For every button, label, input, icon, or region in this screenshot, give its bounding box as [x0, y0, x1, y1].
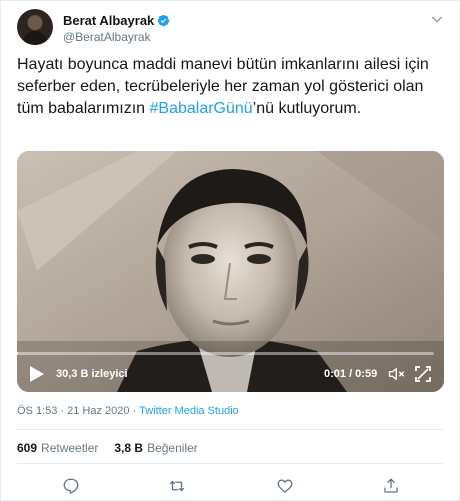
tweet-actions [17, 475, 445, 497]
hashtag-link[interactable]: #BabalarGünü [150, 100, 253, 117]
tweet-source[interactable]: Twitter Media Studio [139, 405, 239, 417]
video-player[interactable] [17, 151, 444, 392]
meta-separator: · [129, 405, 140, 417]
reply-icon[interactable] [61, 477, 81, 495]
tweet-stats: 609 Retweetler 3,8 B Beğeniler [17, 441, 198, 455]
share-icon[interactable] [381, 477, 401, 495]
avatar[interactable] [17, 9, 53, 45]
name-row: Berat Albayrak [63, 12, 170, 28]
retweets-label: Retweetler [41, 441, 99, 455]
tweet-header: Berat Albayrak @BeratAlbayrak [17, 9, 445, 49]
fullscreen-icon[interactable] [415, 366, 431, 382]
like-icon[interactable] [275, 477, 295, 495]
retweets-stat[interactable]: 609 Retweetler [17, 441, 98, 455]
retweets-count: 609 [17, 441, 38, 455]
volume-muted-icon[interactable] [388, 366, 406, 382]
divider [17, 463, 445, 464]
video-progress-fill [9, 352, 18, 355]
chevron-down-icon[interactable] [429, 11, 445, 27]
video-frame-image [17, 151, 444, 392]
display-name[interactable]: Berat Albayrak [63, 13, 154, 28]
retweet-icon[interactable] [167, 477, 187, 495]
tweet-text: Hayatı boyunca maddi manevi bütün imkanl… [17, 54, 445, 120]
video-time: 0:01 / 0:59 [324, 368, 378, 380]
tweet-timestamp[interactable]: ÖS 1:53 · 21 Haz 2020 [17, 405, 130, 417]
tweet-text-end: ’nü kutluyorum. [252, 100, 362, 117]
likes-stat[interactable]: 3,8 B Beğeniler [114, 441, 197, 455]
video-controls: 30,3 B izleyici 0:01 / 0:59 [17, 359, 444, 389]
divider [17, 429, 445, 430]
verified-badge-icon [158, 14, 170, 26]
tweet-card: Berat Albayrak @BeratAlbayrak Hayatı boy… [0, 0, 460, 501]
likes-label: Beğeniler [147, 441, 198, 455]
user-handle[interactable]: @BeratAlbayrak [63, 30, 151, 44]
video-progress-bar[interactable] [9, 352, 434, 355]
play-icon[interactable] [29, 365, 45, 383]
likes-count: 3,8 B [114, 441, 144, 455]
tweet-meta: ÖS 1:53 · 21 Haz 2020 · Twitter Media St… [17, 405, 239, 417]
view-count: 30,3 B izleyici [56, 368, 128, 380]
